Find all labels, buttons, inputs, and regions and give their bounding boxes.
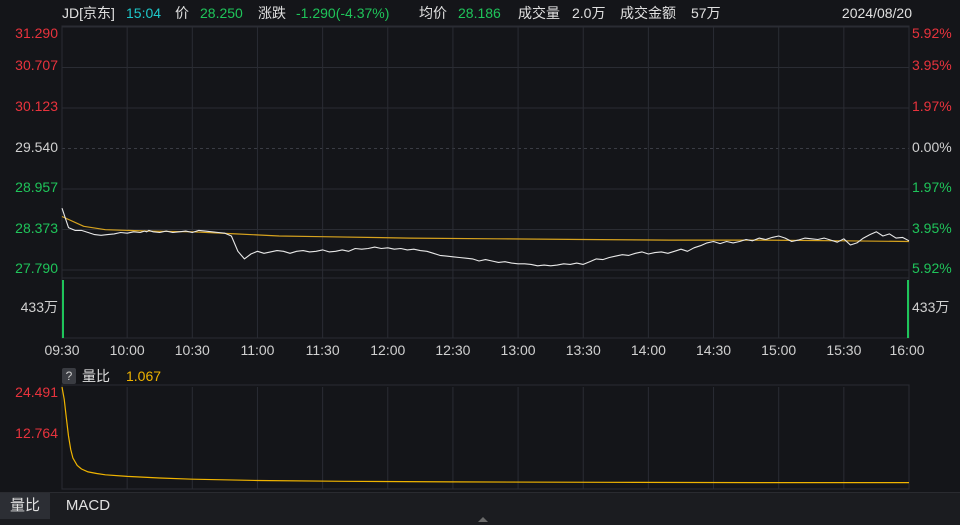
price-tick-label: 28.957 [15,178,58,195]
time-tick-label: 12:30 [435,342,471,358]
percent-tick-label: 3.95% [912,219,952,236]
volume-ratio-tick-label: 12.764 [15,424,58,441]
price-tick-label: 31.290 [15,25,58,41]
indicator-name: 量比 [82,368,110,384]
percent-tick-label: 1.97% [912,178,952,195]
volume-ratio-line [61,386,909,484]
quote-chart-window: JD[京东] 15:04 价 28.250 涨跌 -1.290(-4.37%) … [0,0,960,525]
percent-tick-label: 0.00% [912,138,952,155]
time-tick-label: 12:00 [370,342,406,358]
percent-tick-label: 5.92% [912,25,952,41]
time-tick-label: 10:00 [109,342,145,358]
tab-volume-ratio[interactable]: 量比 [0,493,50,519]
price-line [61,208,910,267]
volume-max-label-right: 433万 [912,299,950,315]
price-tick-label: 29.540 [15,138,58,155]
time-tick-label: 11:30 [305,342,340,358]
percent-tick-label: 5.92% [912,260,952,276]
time-tick-label: 10:30 [174,342,210,358]
time-tick-label: 09:30 [44,342,80,358]
indicator-value: 1.067 [126,368,162,384]
main-panel-frame [61,25,910,339]
percent-tick-label: 3.95% [912,57,952,74]
tab-macd[interactable]: MACD [52,493,124,519]
expand-arrow-icon[interactable] [478,517,488,522]
time-tick-label: 14:30 [696,342,732,358]
price-tick-label: 30.707 [15,57,58,74]
avg-price-line [61,215,910,243]
time-tick-label: 15:00 [761,342,797,358]
time-tick-label: 15:30 [826,342,862,358]
volume-max-label: 433万 [20,299,58,315]
price-tick-label: 28.373 [15,219,58,236]
volume-ratio-tick-label: 24.491 [15,384,58,400]
help-icon[interactable]: ? [62,368,76,384]
time-tick-label: 13:00 [500,342,536,358]
price-tick-label: 27.790 [15,260,58,276]
sub-panel-frame [61,384,910,490]
price-tick-label: 30.123 [15,98,58,115]
percent-tick-label: 1.97% [912,98,952,115]
time-tick-label: 16:00 [889,342,925,358]
time-tick-label: 13:30 [565,342,601,358]
intraday-chart[interactable] [0,0,960,524]
time-tick-label: 11:00 [240,342,275,358]
time-tick-label: 14:00 [630,342,666,358]
